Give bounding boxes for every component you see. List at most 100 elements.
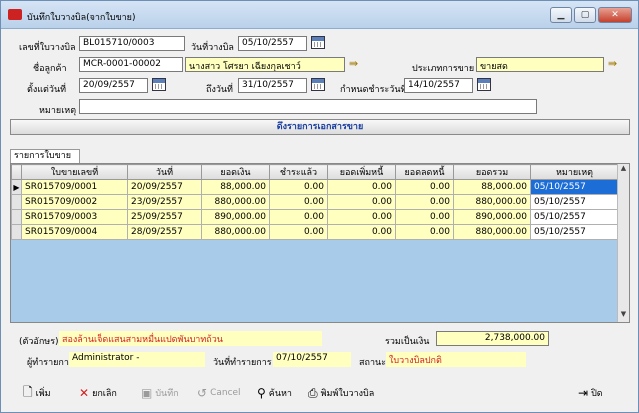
cell-note[interactable]: 05/10/2557 [530, 194, 619, 210]
cell-amount[interactable]: 880,000.00 [201, 194, 270, 210]
to-date-calendar-icon[interactable] [311, 78, 325, 91]
col-header-no[interactable]: ใบขายเลขที่ [21, 164, 128, 180]
bill-date-field[interactable]: 05/10/2557 [238, 36, 307, 51]
col-header-credit[interactable]: ยอดลดหนี้ [395, 164, 454, 180]
table-row[interactable]: SR015709/0004 28/09/2557 880,000.00 0.00… [11, 224, 619, 240]
table-row[interactable]: SR015709/0003 25/09/2557 890,000.00 0.00… [11, 209, 619, 225]
due-date-field[interactable]: 14/10/2557 [404, 78, 473, 93]
status-label: สถานะ [359, 358, 386, 368]
cell-credit[interactable]: 0.00 [395, 179, 454, 195]
close-label: ปิด [591, 389, 603, 399]
col-header-date[interactable]: วันที่ [127, 164, 202, 180]
cell-paid[interactable]: 0.00 [269, 179, 328, 195]
col-header-note[interactable]: หมายเหตุ [530, 164, 619, 180]
table-row[interactable]: SR015709/0002 23/09/2557 880,000.00 0.00… [11, 194, 619, 210]
from-date-label: ตั้งแต่วันที่ [27, 85, 67, 95]
cell-note[interactable]: 05/10/2557 [530, 224, 619, 240]
close-window-button[interactable]: ✕ [598, 7, 632, 23]
operator-label: ผู้ทำรายการ [27, 358, 74, 368]
from-date-field[interactable]: 20/09/2557 [79, 78, 148, 93]
minimize-button[interactable]: ▁ [550, 7, 572, 23]
bill-date-calendar-icon[interactable] [311, 36, 325, 49]
sale-type-field[interactable]: ขายสด [476, 57, 604, 72]
cell-date[interactable]: 20/09/2557 [127, 179, 202, 195]
note-field[interactable] [79, 99, 537, 114]
bill-window: บันทึกใบวางบิล(จากใบขาย) ▁ ▢ ✕ เลขที่ใบว… [0, 0, 639, 413]
cross-icon: ✕ [79, 386, 90, 400]
table-row[interactable]: ▶ SR015709/0001 20/09/2557 88,000.00 0.0… [11, 179, 619, 195]
printer-icon: ⎙ [308, 385, 318, 400]
scroll-up-icon[interactable]: ▲ [618, 164, 629, 176]
cell-debit[interactable]: 0.00 [327, 209, 396, 225]
fetch-sales-docs-button[interactable]: ดึงรายการเอกสารขาย [10, 119, 630, 135]
op-date-value: 07/10/2557 [273, 352, 351, 367]
cancel-button[interactable]: ↺ Cancel [197, 384, 241, 402]
title-bar: บันทึกใบวางบิล(จากใบขาย) ▁ ▢ ✕ [1, 1, 638, 29]
bill-date-label: วันที่วางบิล [191, 43, 234, 53]
cell-paid[interactable]: 0.00 [269, 209, 328, 225]
window-title: บันทึกใบวางบิล(จากใบขาย) [27, 13, 136, 23]
due-date-calendar-icon[interactable] [477, 78, 491, 91]
print-button[interactable]: ⎙ พิมพ์ใบวางบิล [308, 384, 374, 402]
to-date-field[interactable]: 31/10/2557 [238, 78, 307, 93]
maximize-button[interactable]: ▢ [574, 7, 596, 23]
from-date-calendar-icon[interactable] [152, 78, 166, 91]
cell-no[interactable]: SR015709/0001 [21, 179, 128, 195]
cell-date[interactable]: 25/09/2557 [127, 209, 202, 225]
cell-amount[interactable]: 880,000.00 [201, 224, 270, 240]
grid-header-row: ใบขายเลขที่ วันที่ ยอดเงิน ชำระแล้ว ยอดเ… [11, 164, 619, 180]
col-header-total[interactable]: ยอดรวม [453, 164, 531, 180]
exit-door-icon: ⇥ [578, 386, 589, 400]
add-button[interactable]: 🗋 เพิ่ม [23, 384, 51, 402]
sale-type-lookup-icon[interactable]: ⇛ [608, 58, 622, 70]
cell-date[interactable]: 23/09/2557 [127, 194, 202, 210]
customer-lookup-icon[interactable]: ⇛ [349, 58, 363, 70]
col-header-debit[interactable]: ยอดเพิ่มหนี้ [327, 164, 396, 180]
text-amount-label: (ตัวอักษร) [19, 337, 59, 347]
customer-code-field[interactable]: MCR-0001-00002 [79, 57, 183, 72]
tab-sales-list[interactable]: รายการใบขาย [10, 149, 80, 163]
cell-total[interactable]: 890,000.00 [453, 209, 531, 225]
status-value: ใบวางบิลปกติ [386, 352, 526, 367]
save-button[interactable]: ▣ บันทึก [141, 384, 179, 402]
bill-no-field[interactable]: BL015710/0003 [79, 36, 185, 51]
col-header-amount[interactable]: ยอดเงิน [201, 164, 270, 180]
cell-debit[interactable]: 0.00 [327, 224, 396, 240]
to-date-label: ถึงวันที่ [206, 85, 233, 95]
cell-credit[interactable]: 0.00 [395, 194, 454, 210]
row-indicator [11, 209, 22, 225]
cell-note[interactable]: 05/10/2557 [530, 179, 619, 195]
cell-credit[interactable]: 0.00 [395, 224, 454, 240]
cancel-label: Cancel [210, 388, 241, 398]
cell-credit[interactable]: 0.00 [395, 209, 454, 225]
cell-paid[interactable]: 0.00 [269, 224, 328, 240]
scroll-down-icon[interactable]: ▼ [618, 310, 629, 322]
search-label: ค้นหา [268, 389, 292, 399]
cell-no[interactable]: SR015709/0002 [21, 194, 128, 210]
note-label: หมายเหตุ [39, 106, 77, 116]
col-header-paid[interactable]: ชำระแล้ว [269, 164, 328, 180]
due-date-label: กำหนดชำระวันที่ [340, 85, 407, 95]
cell-date[interactable]: 28/09/2557 [127, 224, 202, 240]
cell-no[interactable]: SR015709/0004 [21, 224, 128, 240]
cell-no[interactable]: SR015709/0003 [21, 209, 128, 225]
close-button[interactable]: ⇥ ปิด [578, 384, 603, 402]
customer-name-field[interactable]: นางสาว โศรยา เฉียงกุลเชาว์ [185, 57, 345, 72]
cell-total[interactable]: 88,000.00 [453, 179, 531, 195]
cell-note[interactable]: 05/10/2557 [530, 209, 619, 225]
cell-debit[interactable]: 0.00 [327, 179, 396, 195]
print-label: พิมพ์ใบวางบิล [320, 389, 375, 399]
cell-paid[interactable]: 0.00 [269, 194, 328, 210]
cancel-doc-button[interactable]: ✕ ยกเลิก [79, 384, 117, 402]
cell-amount[interactable]: 88,000.00 [201, 179, 270, 195]
cell-debit[interactable]: 0.00 [327, 194, 396, 210]
cell-total[interactable]: 880,000.00 [453, 224, 531, 240]
cell-amount[interactable]: 890,000.00 [201, 209, 270, 225]
bill-no-label: เลขที่ใบวางบิล [19, 43, 76, 53]
row-indicator [11, 194, 22, 210]
cell-total[interactable]: 880,000.00 [453, 194, 531, 210]
sales-grid: ใบขายเลขที่ วันที่ ยอดเงิน ชำระแล้ว ยอดเ… [10, 163, 630, 323]
search-button[interactable]: ⚲ ค้นหา [257, 384, 292, 402]
op-date-label: วันที่ทำรายการ [213, 358, 272, 368]
grid-vertical-scrollbar[interactable]: ▲ ▼ [617, 164, 629, 322]
